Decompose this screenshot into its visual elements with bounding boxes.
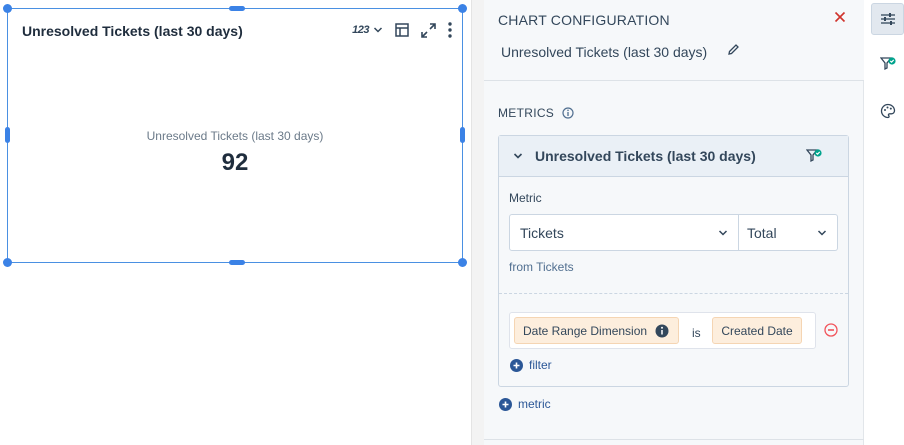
- filter-operator: is: [692, 326, 701, 340]
- filter-row: Date Range Dimension is Created Date: [509, 312, 838, 350]
- metric-source-value: Tickets: [520, 224, 564, 241]
- metric-type-label: 123: [352, 24, 369, 36]
- add-filter-button[interactable]: filter: [510, 358, 552, 372]
- metric-display: Unresolved Tickets (last 30 days) 92: [8, 129, 462, 177]
- chevron-down-icon: [718, 229, 728, 236]
- more-options-icon[interactable]: [448, 20, 452, 40]
- filter-check-icon[interactable]: [871, 48, 904, 80]
- filter-dimension-label: Date Range Dimension: [523, 323, 648, 338]
- metric-card-title: Unresolved Tickets (last 30 days): [535, 148, 756, 164]
- metric-display-value: 92: [221, 149, 249, 176]
- filter-box: Date Range Dimension is Created Date: [509, 312, 816, 349]
- right-icon-rail: [864, 0, 904, 445]
- chart-name: Unresolved Tickets (last 30 days): [501, 44, 708, 60]
- chevron-down-icon: [817, 229, 827, 236]
- resize-handle-top[interactable]: [229, 6, 245, 11]
- resize-handle-bottom[interactable]: [229, 260, 245, 265]
- close-button[interactable]: [834, 10, 846, 28]
- panel-title: CHART CONFIGURATION: [498, 12, 670, 28]
- metric-field-label: Metric: [509, 191, 542, 205]
- resize-handle-left[interactable]: [5, 127, 10, 143]
- divider: [484, 439, 864, 440]
- plus-circle-icon: [510, 358, 523, 372]
- divider: [499, 293, 848, 294]
- expand-icon[interactable]: [421, 20, 436, 40]
- info-icon[interactable]: [655, 324, 669, 338]
- chevron-down-icon[interactable]: [513, 152, 523, 160]
- panel-divider[interactable]: [471, 0, 484, 445]
- resize-handle-top-left[interactable]: [3, 4, 12, 13]
- metrics-heading-label: METRICS: [498, 106, 555, 120]
- metric-card-body: Metric Tickets Total from Tickets Date R…: [499, 177, 848, 350]
- metric-display-label: Unresolved Tickets (last 30 days): [146, 129, 324, 143]
- metric-source-select[interactable]: Tickets: [509, 214, 739, 251]
- metric-source-text: from Tickets: [509, 260, 574, 274]
- pencil-icon: [728, 44, 739, 55]
- metric-widget[interactable]: Unresolved Tickets (last 30 days) 123 Un…: [7, 8, 463, 263]
- table-view-icon[interactable]: [395, 20, 409, 40]
- edit-name-button[interactable]: [727, 43, 740, 61]
- filter-check-icon[interactable]: [805, 148, 822, 169]
- palette-icon[interactable]: [871, 95, 904, 127]
- resize-handle-top-right[interactable]: [458, 4, 467, 13]
- info-icon[interactable]: [562, 107, 574, 119]
- widget-title: Unresolved Tickets (last 30 days): [22, 23, 243, 39]
- close-icon: [834, 11, 846, 23]
- resize-handle-bottom-right[interactable]: [458, 258, 467, 267]
- remove-filter-button[interactable]: [824, 323, 838, 342]
- aggregation-select[interactable]: Total: [739, 214, 838, 251]
- filter-value-label: Created Date: [721, 323, 793, 338]
- plus-circle-icon: [499, 397, 512, 411]
- dashboard-canvas: Unresolved Tickets (last 30 days) 123 Un…: [0, 0, 471, 445]
- metric-card: Unresolved Tickets (last 30 days) Metric…: [498, 135, 849, 387]
- sliders-icon[interactable]: [871, 3, 904, 35]
- chevron-down-icon: [373, 27, 383, 33]
- add-metric-button[interactable]: metric: [499, 397, 551, 411]
- metric-card-header[interactable]: Unresolved Tickets (last 30 days): [499, 136, 848, 177]
- add-metric-label: metric: [518, 397, 551, 411]
- metric-type-dropdown[interactable]: 123: [352, 20, 383, 40]
- aggregation-value: Total: [747, 224, 777, 241]
- minus-circle-icon: [824, 323, 838, 337]
- panel-header: CHART CONFIGURATION Unresolved Tickets (…: [484, 0, 864, 81]
- metric-selects: Tickets Total: [509, 214, 838, 251]
- filter-dimension-chip[interactable]: Date Range Dimension: [514, 317, 679, 344]
- chart-configuration-panel: CHART CONFIGURATION Unresolved Tickets (…: [484, 0, 864, 445]
- resize-handle-bottom-left[interactable]: [3, 258, 12, 267]
- widget-toolbar: 123: [352, 20, 452, 40]
- filter-value-chip[interactable]: Created Date: [712, 317, 802, 344]
- resize-handle-right[interactable]: [460, 127, 465, 143]
- metrics-heading: METRICS: [498, 106, 574, 120]
- add-filter-label: filter: [529, 358, 552, 372]
